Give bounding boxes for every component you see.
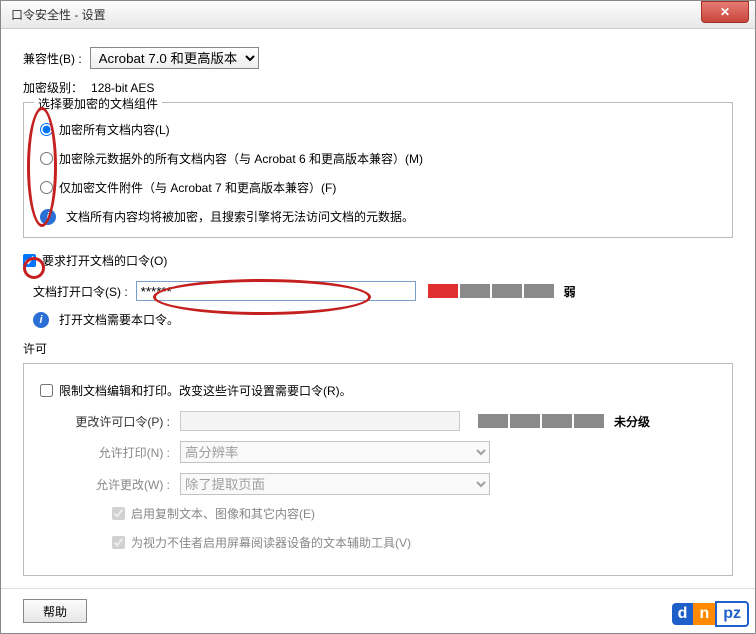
perm-group: 限制文档编辑和打印。改变这些许可设置需要口令(R)。 更改许可口令(P) : 未…	[23, 363, 733, 576]
allow-print-label: 允许打印(N) :	[40, 444, 170, 461]
open-pw-field-label: 文档打开口令(S) :	[33, 283, 128, 300]
strength-seg	[478, 414, 508, 428]
info-icon: i	[33, 312, 49, 328]
change-perm-pw-label: 更改许可口令(P) :	[40, 413, 170, 430]
allow-change-label: 允许更改(W) :	[40, 476, 170, 493]
help-button[interactable]: 帮助	[23, 599, 87, 623]
compat-select[interactable]: Acrobat 7.0 和更高版本	[90, 47, 259, 69]
radio-encrypt-all[interactable]	[40, 123, 53, 136]
compat-label: 兼容性(B) :	[23, 50, 82, 67]
perm-pw-strength-text: 未分级	[614, 413, 650, 430]
watermark-pz: pz	[715, 601, 749, 627]
radio-encrypt-all-label: 加密所有文档内容(L)	[59, 121, 170, 138]
radio-attachments-row: 仅加密文件附件（与 Acrobat 7 和更高版本兼容）(F)	[40, 179, 716, 196]
reader-label: 为视力不佳者启用屏幕阅读器设备的文本辅助工具(V)	[131, 534, 411, 551]
encrypt-level-row: 加密级别： 128-bit AES	[23, 79, 733, 96]
allow-change-select[interactable]: 除了提取页面	[180, 473, 490, 495]
radio-attachments[interactable]	[40, 181, 53, 194]
restrict-row: 限制文档编辑和打印。改变这些许可设置需要口令(R)。	[40, 382, 716, 399]
compat-row: 兼容性(B) : Acrobat 7.0 和更高版本	[23, 47, 733, 69]
open-pw-field-row: 文档打开口令(S) : 弱	[33, 281, 733, 301]
strength-seg	[460, 284, 490, 298]
copy-row: 启用复制文本、图像和其它内容(E)	[112, 505, 716, 522]
require-open-pw-row: 要求打开文档的口令(O)	[23, 252, 733, 269]
close-icon: ✕	[720, 5, 730, 19]
dialog-body: 兼容性(B) : Acrobat 7.0 和更高版本 加密级别： 128-bit…	[1, 29, 755, 588]
open-pw-input[interactable]	[136, 281, 416, 301]
radio-except-meta-row: 加密除元数据外的所有文档内容（与 Acrobat 6 和更高版本兼容）(M)	[40, 150, 716, 167]
restrict-checkbox[interactable]	[40, 384, 53, 397]
open-pw-strength-text: 弱	[564, 283, 576, 300]
strength-seg	[510, 414, 540, 428]
encrypt-level-label: 加密级别：	[23, 79, 83, 96]
window-title: 口令安全性 - 设置	[11, 6, 106, 23]
perm-pw-strength-bar	[478, 414, 604, 428]
components-group: 选择要加密的文档组件 加密所有文档内容(L) 加密除元数据外的所有文档内容（与 …	[23, 102, 733, 238]
watermark: d n pz	[672, 601, 749, 627]
change-perm-pw-row: 更改许可口令(P) : 未分级	[40, 411, 716, 431]
open-pw-info-row: i 打开文档需要本口令。	[33, 311, 733, 328]
info-icon: i	[40, 209, 56, 225]
components-legend: 选择要加密的文档组件	[34, 95, 162, 112]
components-info-text: 文档所有内容均将被加密，且搜索引擎将无法访问文档的元数据。	[66, 208, 414, 225]
close-button[interactable]: ✕	[701, 1, 749, 23]
reader-checkbox[interactable]	[112, 536, 125, 549]
change-perm-pw-input[interactable]	[180, 411, 460, 431]
radio-attachments-label: 仅加密文件附件（与 Acrobat 7 和更高版本兼容）(F)	[59, 179, 336, 196]
radio-encrypt-all-row: 加密所有文档内容(L)	[40, 121, 716, 138]
strength-seg	[524, 284, 554, 298]
dialog-window: 口令安全性 - 设置 ✕ 兼容性(B) : Acrobat 7.0 和更高版本 …	[0, 0, 756, 634]
open-pw-info-text: 打开文档需要本口令。	[59, 311, 179, 328]
titlebar: 口令安全性 - 设置 ✕	[1, 1, 755, 29]
require-open-pw-checkbox[interactable]	[23, 254, 36, 267]
copy-label: 启用复制文本、图像和其它内容(E)	[131, 505, 315, 522]
restrict-label: 限制文档编辑和打印。改变这些许可设置需要口令(R)。	[59, 382, 352, 399]
strength-seg	[542, 414, 572, 428]
strength-seg	[492, 284, 522, 298]
radio-except-meta-label: 加密除元数据外的所有文档内容（与 Acrobat 6 和更高版本兼容）(M)	[59, 150, 423, 167]
watermark-n: n	[693, 603, 715, 625]
allow-print-row: 允许打印(N) : 高分辨率	[40, 441, 716, 463]
watermark-d: d	[672, 603, 694, 625]
strength-seg	[428, 284, 458, 298]
encrypt-level-value: 128-bit AES	[91, 81, 154, 95]
open-pw-strength-bar	[428, 284, 554, 298]
radio-except-meta[interactable]	[40, 152, 53, 165]
reader-row: 为视力不佳者启用屏幕阅读器设备的文本辅助工具(V)	[112, 534, 716, 551]
strength-seg	[574, 414, 604, 428]
allow-change-row: 允许更改(W) : 除了提取页面	[40, 473, 716, 495]
perm-title: 许可	[23, 340, 733, 357]
allow-print-select[interactable]: 高分辨率	[180, 441, 490, 463]
require-open-pw-label: 要求打开文档的口令(O)	[42, 252, 167, 269]
components-info-row: i 文档所有内容均将被加密，且搜索引擎将无法访问文档的元数据。	[40, 208, 716, 225]
copy-checkbox[interactable]	[112, 507, 125, 520]
button-bar: 帮助	[1, 588, 755, 633]
